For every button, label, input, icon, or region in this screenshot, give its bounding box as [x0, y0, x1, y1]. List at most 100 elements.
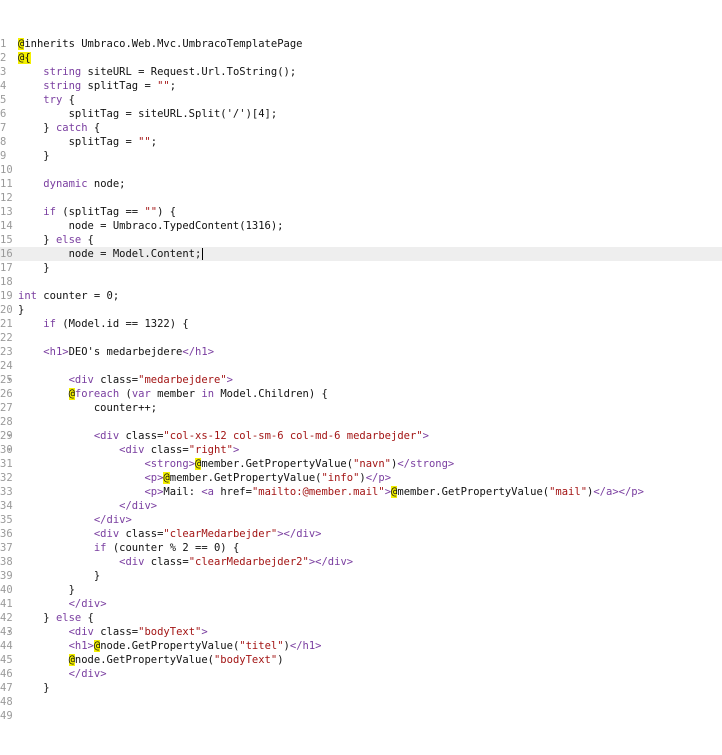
- line-number: 37: [0, 542, 13, 554]
- code-line[interactable]: 48: [0, 695, 722, 709]
- code-line[interactable]: 4 string splitTag = "";: [0, 79, 722, 93]
- code-line[interactable]: 35 </div>: [0, 513, 722, 527]
- code-text: @{: [18, 52, 31, 64]
- code-line[interactable]: 20}: [0, 303, 722, 317]
- code-line[interactable]: 2 @{: [0, 51, 722, 65]
- code-editor[interactable]: 1 @inherits Umbraco.Web.Mvc.UmbracoTempla…: [0, 0, 722, 755]
- line-number: 9: [0, 150, 7, 162]
- code-line[interactable]: 32 <p>@member.GetPropertyValue("info")</…: [0, 471, 722, 485]
- code-line[interactable]: 44 <h1>@node.GetPropertyValue("titel")</…: [0, 639, 722, 653]
- code-text: </div>: [119, 500, 158, 512]
- line-number: 5: [0, 94, 7, 106]
- code-line[interactable]: 45 @node.GetPropertyValue("bodyText"): [0, 653, 722, 667]
- code-text: } else {: [18, 234, 94, 246]
- line-number: 13: [0, 206, 13, 218]
- line-number: 23: [0, 346, 13, 358]
- code-line[interactable]: 33 <p>Mail: <a href="mailto:@member.mail…: [0, 485, 722, 499]
- code-line[interactable]: 31 <strong>@member.GetPropertyValue("nav…: [0, 457, 722, 471]
- code-line[interactable]: 41 </div>: [0, 597, 722, 611]
- line-number: 7: [0, 122, 7, 134]
- code-line[interactable]: 22: [0, 331, 722, 345]
- code-line[interactable]: 7 } catch {: [0, 121, 722, 135]
- code-text: <div class="clearMedarbejder2"></div>: [119, 556, 354, 568]
- code-line[interactable]: 14 node = Umbraco.TypedContent(1316);: [0, 219, 722, 233]
- line-number: 22: [0, 332, 13, 344]
- code-line[interactable]: 19 int counter = 0;: [0, 289, 722, 303]
- code-line[interactable]: 15 } else {: [0, 233, 722, 247]
- fold-toggle-icon[interactable]: ▾: [7, 429, 12, 443]
- code-text: }: [18, 682, 50, 694]
- code-line[interactable]: 17 }: [0, 261, 722, 275]
- code-line[interactable]: 11 dynamic node;: [0, 177, 722, 191]
- line-number: 2: [0, 52, 7, 64]
- code-line[interactable]: 24: [0, 359, 722, 373]
- code-line[interactable]: 18: [0, 275, 722, 289]
- line-number: 19: [0, 290, 13, 302]
- code-line[interactable]: 34 </div>: [0, 499, 722, 513]
- code-line[interactable]: 43 ▾ <div class="bodyText">: [0, 625, 722, 639]
- code-line[interactable]: 46 </div>: [0, 667, 722, 681]
- code-line[interactable]: 10: [0, 163, 722, 177]
- code-text: dynamic node;: [43, 178, 126, 190]
- line-number: 49: [0, 710, 13, 722]
- code-text: }: [18, 570, 101, 582]
- code-line[interactable]: 8 splitTag = "";: [0, 135, 722, 149]
- code-line[interactable]: 16 node = Model.Content;: [0, 247, 722, 261]
- code-line[interactable]: 37 if (counter % 2 == 0) {: [0, 541, 722, 555]
- code-text: <div class="clearMedarbejder"></div>: [93, 528, 322, 540]
- code-line[interactable]: 6 splitTag = siteURL.Split('/')[4];: [0, 107, 722, 121]
- line-number: 36: [0, 528, 13, 540]
- code-text: string splitTag = "";: [43, 80, 177, 92]
- line-number: 11: [0, 178, 13, 190]
- code-line[interactable]: 29 ▾ <div class="col-xs-12 col-sm-6 col-m…: [0, 429, 722, 443]
- code-text: string siteURL = Request.Url.ToString();: [43, 66, 297, 78]
- code-text: <p>Mail: <a href="mailto:@member.mail">@…: [144, 486, 644, 498]
- code-line[interactable]: 42 } else {: [0, 611, 722, 625]
- code-line[interactable]: 39 }: [0, 569, 722, 583]
- text-cursor: [202, 248, 204, 260]
- code-line[interactable]: 26 @foreach (var member in Model.Childre…: [0, 387, 722, 401]
- code-line[interactable]: 40 }: [0, 583, 722, 597]
- code-text: <h1>@node.GetPropertyValue("titel")</h1>: [68, 640, 322, 652]
- code-text: <div class="col-xs-12 col-sm-6 col-md-6 …: [93, 430, 429, 442]
- line-number: 47: [0, 682, 13, 694]
- line-number: 16: [0, 248, 13, 260]
- code-line[interactable]: 9 }: [0, 149, 722, 163]
- code-line[interactable]: 5 try {: [0, 93, 722, 107]
- line-number: 1: [0, 38, 7, 50]
- code-text: } catch {: [18, 122, 101, 134]
- code-text: </div>: [68, 668, 107, 680]
- fold-toggle-icon[interactable]: ▾: [7, 443, 12, 457]
- code-text: @inherits Umbraco.Web.Mvc.UmbracoTemplat…: [18, 38, 303, 50]
- code-line[interactable]: 25 ▾ <div class="medarbejdere">: [0, 373, 722, 387]
- line-number: 6: [0, 108, 7, 120]
- code-line[interactable]: 13 if (splitTag == "") {: [0, 205, 722, 219]
- code-text: try {: [43, 94, 75, 106]
- line-number: 18: [0, 276, 13, 288]
- code-line[interactable]: 30 ▾ <div class="right">: [0, 443, 722, 457]
- line-number: 40: [0, 584, 13, 596]
- code-line[interactable]: 38 <div class="clearMedarbejder2"></div>: [0, 555, 722, 569]
- code-line[interactable]: 1 @inherits Umbraco.Web.Mvc.UmbracoTempla…: [0, 37, 722, 51]
- code-text: <strong>@member.GetPropertyValue("navn")…: [144, 458, 455, 470]
- code-text: @node.GetPropertyValue("bodyText"): [68, 654, 284, 666]
- code-line[interactable]: 12: [0, 191, 722, 205]
- fold-toggle-icon[interactable]: ▾: [7, 373, 12, 387]
- line-number: 24: [0, 360, 13, 372]
- code-line[interactable]: 3 string siteURL = Request.Url.ToString(…: [0, 65, 722, 79]
- code-line[interactable]: 27 counter++;: [0, 401, 722, 415]
- code-text: </div>: [93, 514, 132, 526]
- code-line[interactable]: 49: [0, 709, 722, 723]
- code-line[interactable]: 23 <h1>DEO's medarbejdere</h1>: [0, 345, 722, 359]
- code-line[interactable]: 36 <div class="clearMedarbejder"></div>: [0, 527, 722, 541]
- line-number: 35: [0, 514, 13, 526]
- code-line[interactable]: 28: [0, 415, 722, 429]
- code-line[interactable]: 21 if (Model.id == 1322) {: [0, 317, 722, 331]
- line-number: 41: [0, 598, 13, 610]
- line-number: 31: [0, 458, 13, 470]
- code-text: splitTag = siteURL.Split('/')[4];: [18, 108, 278, 120]
- code-text: node = Model.Content;: [18, 248, 204, 260]
- code-line[interactable]: 47 }: [0, 681, 722, 695]
- fold-toggle-icon[interactable]: ▾: [7, 625, 12, 639]
- code-text: }: [18, 584, 75, 596]
